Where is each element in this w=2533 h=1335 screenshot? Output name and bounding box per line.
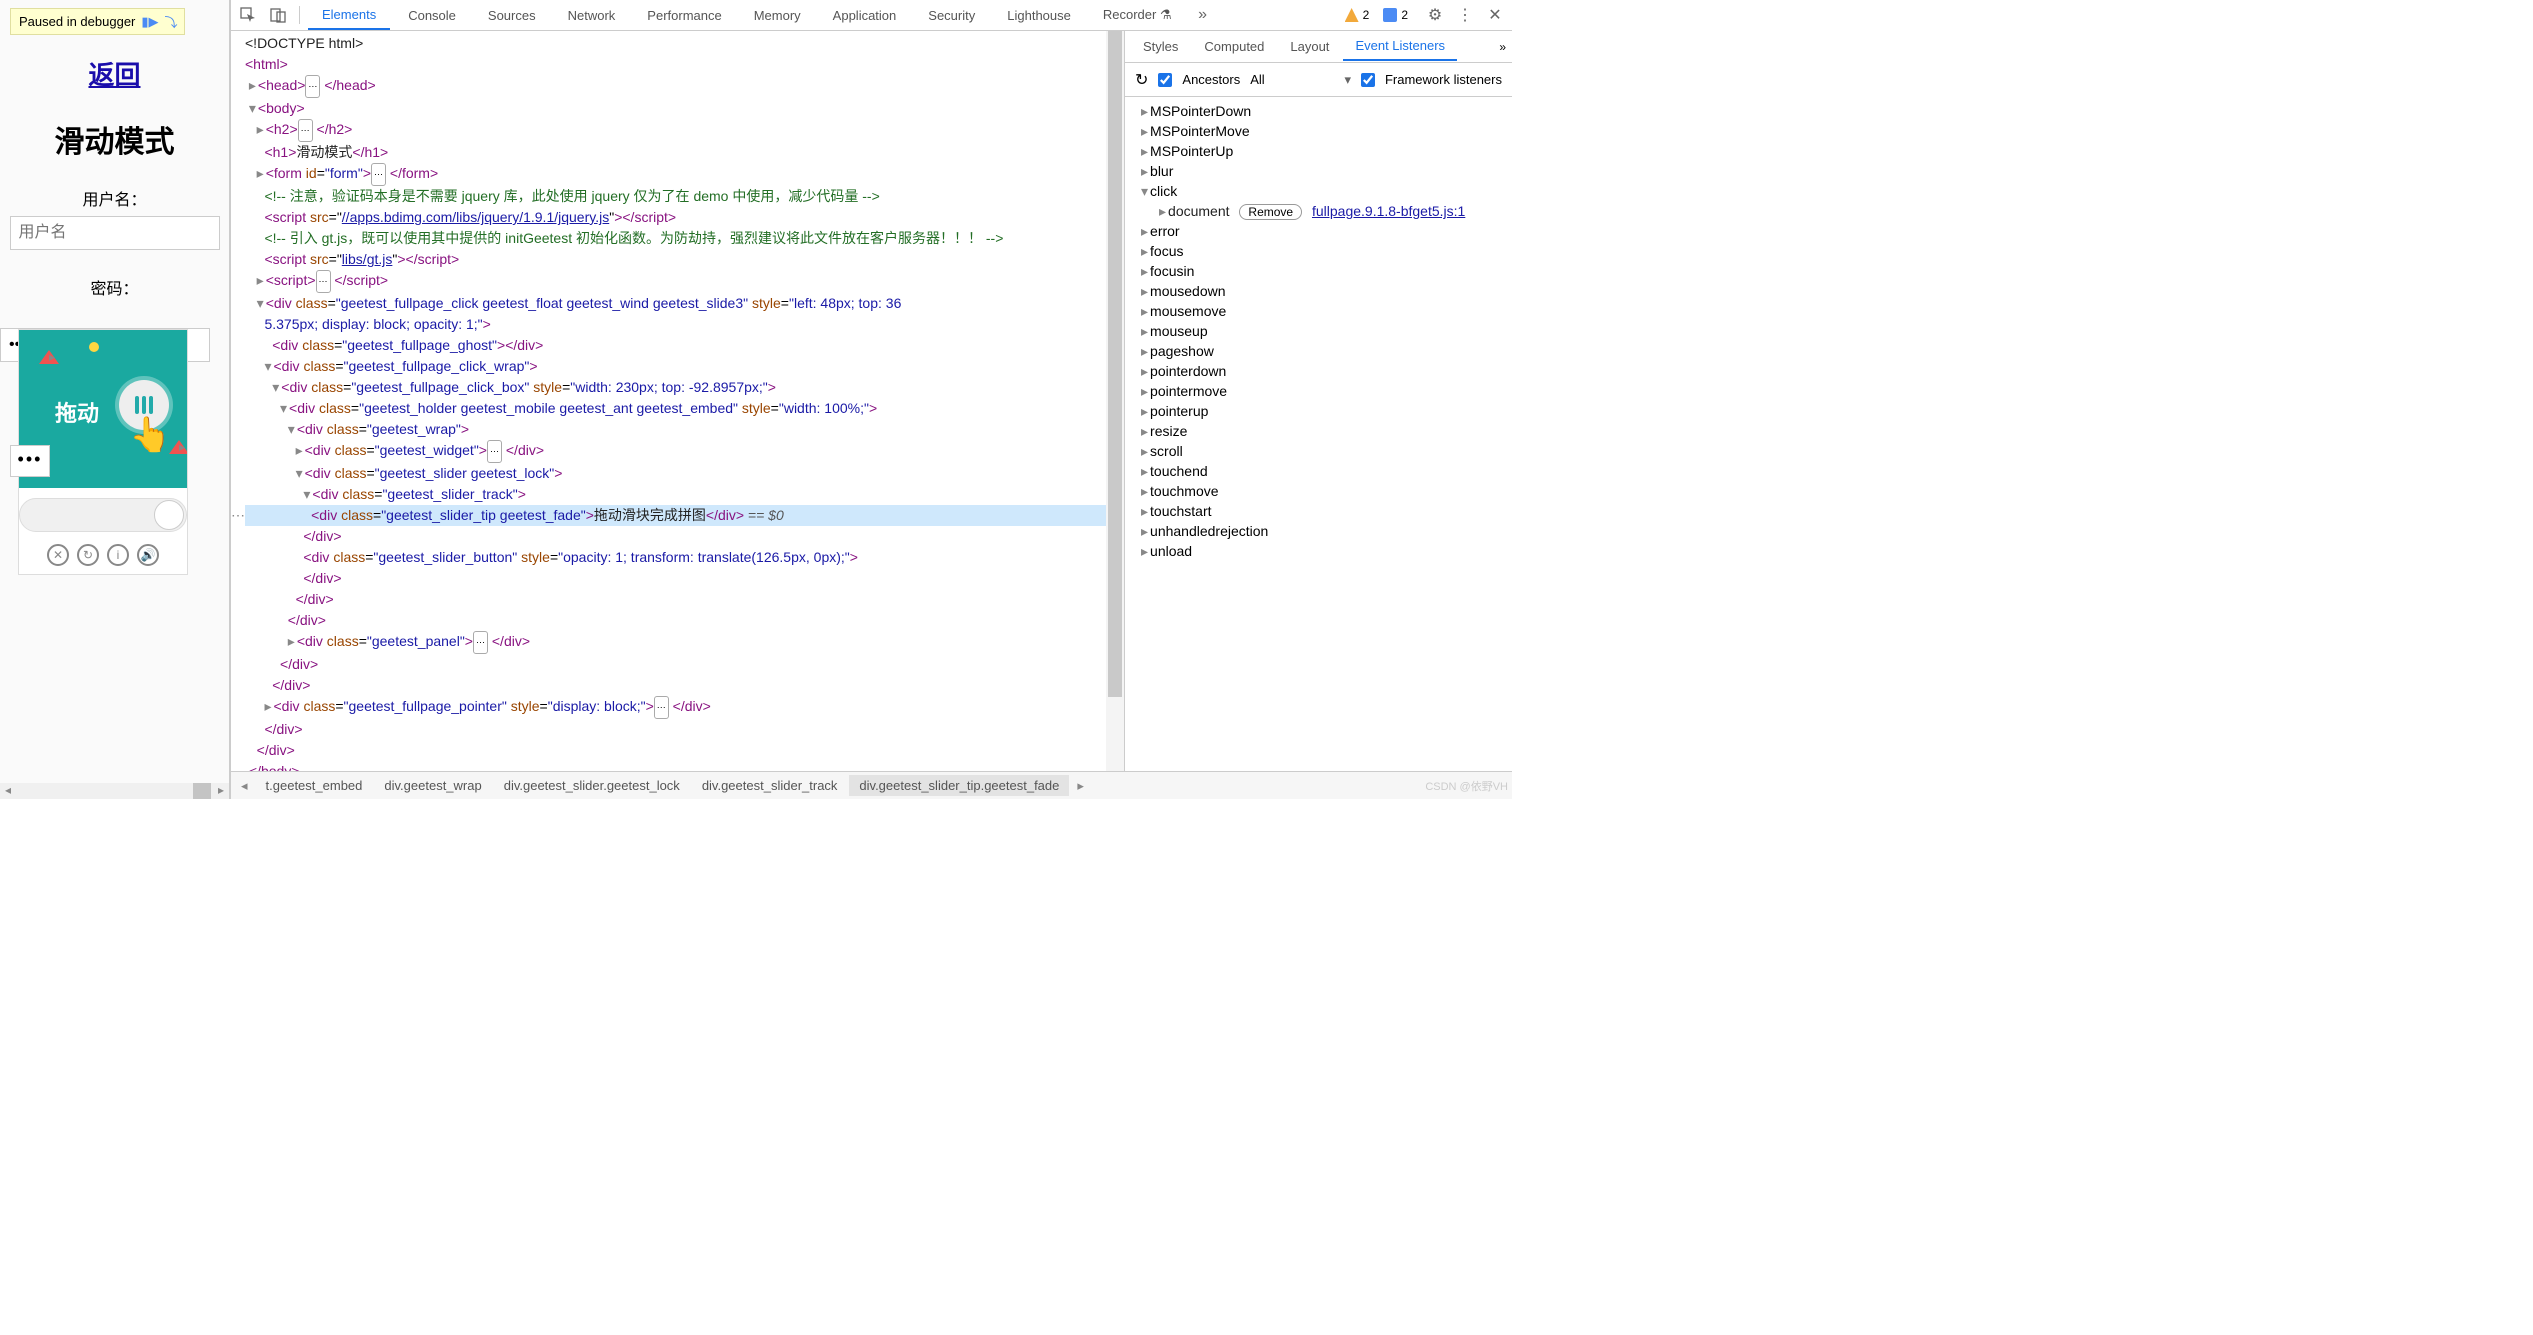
paused-text: Paused in debugger bbox=[19, 14, 135, 29]
hand-icon: 👆 bbox=[129, 415, 171, 455]
devtools-tabs: Elements Console Sources Network Perform… bbox=[231, 0, 1512, 31]
filter-all[interactable]: All ▾ bbox=[1250, 72, 1351, 88]
info-icon[interactable]: i bbox=[107, 544, 129, 566]
captcha-controls: ✕ ↻ i 🔊 bbox=[19, 540, 187, 566]
issues-warn[interactable]: 2 bbox=[1345, 8, 1370, 22]
warning-icon bbox=[1345, 8, 1359, 22]
tab-event-listeners[interactable]: Event Listeners bbox=[1343, 32, 1457, 61]
framework-checkbox[interactable] bbox=[1361, 73, 1375, 87]
event-item[interactable]: touchmove bbox=[1125, 481, 1512, 501]
crumb-next-icon[interactable]: ▸ bbox=[1071, 778, 1090, 794]
event-item[interactable]: mouseup bbox=[1125, 321, 1512, 341]
dom-vertical-scrollbar[interactable] bbox=[1106, 31, 1124, 771]
event-item[interactable]: focus bbox=[1125, 241, 1512, 261]
tab-sources[interactable]: Sources bbox=[474, 2, 550, 29]
event-item[interactable]: pointermove bbox=[1125, 381, 1512, 401]
crumb[interactable]: div.geetest_slider_track bbox=[692, 775, 848, 796]
info-badge-icon bbox=[1383, 8, 1397, 22]
close-icon[interactable]: ✕ bbox=[47, 544, 69, 566]
doctype: <!DOCTYPE html> bbox=[245, 35, 363, 51]
close-icon[interactable]: ✕ bbox=[1482, 5, 1508, 25]
event-item[interactable]: blur bbox=[1125, 161, 1512, 181]
crumb[interactable]: div.geetest_slider.geetest_lock bbox=[494, 775, 690, 796]
event-item[interactable]: pointerdown bbox=[1125, 361, 1512, 381]
tab-lighthouse[interactable]: Lighthouse bbox=[993, 2, 1085, 29]
listener-filter: ↻ Ancestors All ▾ Framework listeners bbox=[1125, 63, 1512, 97]
horizontal-scrollbar[interactable]: ◂▸ bbox=[0, 783, 229, 799]
tab-elements[interactable]: Elements bbox=[308, 1, 390, 30]
watermark: CSDN @依野VH bbox=[1425, 778, 1508, 794]
settings-icon[interactable]: ⚙ bbox=[1422, 5, 1448, 25]
event-item[interactable]: scroll bbox=[1125, 441, 1512, 461]
event-item[interactable]: touchstart bbox=[1125, 501, 1512, 521]
source-link[interactable]: fullpage.9.1.8-bfget5.js:1 bbox=[1312, 203, 1465, 219]
ancestors-checkbox[interactable] bbox=[1158, 73, 1172, 87]
right-tabs: Styles Computed Layout Event Listeners » bbox=[1125, 31, 1512, 63]
slider-button[interactable] bbox=[154, 500, 184, 530]
event-item[interactable]: MSPointerMove bbox=[1125, 121, 1512, 141]
event-item[interactable]: focusin bbox=[1125, 261, 1512, 281]
devtools: Elements Console Sources Network Perform… bbox=[230, 0, 1512, 799]
breadcrumb: ◂ t.geetest_embed div.geetest_wrap div.g… bbox=[231, 771, 1512, 799]
event-item[interactable]: resize bbox=[1125, 421, 1512, 441]
selected-node[interactable]: ⋯ <div class="geetest_slider_tip geetest… bbox=[245, 505, 1106, 526]
remove-button[interactable]: Remove bbox=[1239, 204, 1302, 220]
event-item[interactable]: pageshow bbox=[1125, 341, 1512, 361]
more-tabs-icon[interactable]: » bbox=[1190, 6, 1216, 24]
event-item-open[interactable]: click bbox=[1125, 181, 1512, 201]
tab-memory[interactable]: Memory bbox=[740, 2, 815, 29]
tab-console[interactable]: Console bbox=[394, 2, 470, 29]
step-over-icon[interactable]: ⤵ bbox=[165, 12, 178, 31]
kebab-icon[interactable]: ⋮ bbox=[1452, 5, 1478, 25]
dom-tree[interactable]: <!DOCTYPE html> <html> <head>⋯ </head> <… bbox=[231, 31, 1106, 771]
crumb-prev-icon[interactable]: ◂ bbox=[235, 778, 254, 794]
slider-track[interactable] bbox=[19, 498, 187, 532]
event-item[interactable]: unload bbox=[1125, 541, 1512, 561]
event-item[interactable]: unhandledrejection bbox=[1125, 521, 1512, 541]
username-label: 用户名： bbox=[82, 186, 146, 210]
username-input[interactable] bbox=[10, 216, 220, 250]
framework-label: Framework listeners bbox=[1385, 72, 1502, 87]
more-button[interactable]: ••• bbox=[10, 445, 50, 477]
right-panel: Styles Computed Layout Event Listeners »… bbox=[1124, 31, 1512, 771]
tab-layout[interactable]: Layout bbox=[1278, 33, 1341, 60]
event-target[interactable]: document Remove fullpage.9.1.8-bfget5.js… bbox=[1125, 201, 1512, 221]
right-more-icon[interactable]: » bbox=[1499, 40, 1506, 54]
page-title: 滑动模式 bbox=[55, 117, 175, 161]
page-under-test: Paused in debugger ▮▶ ⤵ 返回 滑动模式 用户名： 密码：… bbox=[0, 0, 230, 799]
inspect-icon[interactable] bbox=[235, 7, 261, 23]
tab-application[interactable]: Application bbox=[819, 2, 911, 29]
event-item[interactable]: error bbox=[1125, 221, 1512, 241]
tab-recorder[interactable]: Recorder ⚗ bbox=[1089, 1, 1186, 29]
drag-text: 拖动 bbox=[55, 396, 99, 428]
event-item[interactable]: MSPointerDown bbox=[1125, 101, 1512, 121]
event-item[interactable]: pointerup bbox=[1125, 401, 1512, 421]
password-label: 密码： bbox=[90, 275, 138, 299]
tab-styles[interactable]: Styles bbox=[1131, 33, 1190, 60]
resume-icon[interactable]: ▮▶ bbox=[141, 14, 158, 30]
event-list[interactable]: MSPointerDown MSPointerMove MSPointerUp … bbox=[1125, 97, 1512, 771]
back-link[interactable]: 返回 bbox=[88, 55, 140, 92]
event-item[interactable]: mousedown bbox=[1125, 281, 1512, 301]
sound-icon[interactable]: 🔊 bbox=[137, 544, 159, 566]
crumb-active[interactable]: div.geetest_slider_tip.geetest_fade bbox=[849, 775, 1069, 796]
refresh-icon[interactable]: ↻ bbox=[77, 544, 99, 566]
tab-computed[interactable]: Computed bbox=[1192, 33, 1276, 60]
tab-network[interactable]: Network bbox=[554, 2, 630, 29]
crumb[interactable]: t.geetest_embed bbox=[256, 775, 373, 796]
debugger-paused-badge: Paused in debugger ▮▶ ⤵ bbox=[10, 8, 185, 35]
crumb[interactable]: div.geetest_wrap bbox=[374, 775, 491, 796]
tab-performance[interactable]: Performance bbox=[633, 2, 735, 29]
ancestors-label: Ancestors bbox=[1182, 72, 1240, 87]
event-item[interactable]: touchend bbox=[1125, 461, 1512, 481]
device-icon[interactable] bbox=[265, 7, 291, 23]
reload-icon[interactable]: ↻ bbox=[1135, 70, 1148, 90]
event-item[interactable]: MSPointerUp bbox=[1125, 141, 1512, 161]
issues-info[interactable]: 2 bbox=[1383, 8, 1408, 22]
tab-security[interactable]: Security bbox=[914, 2, 989, 29]
event-item[interactable]: mousemove bbox=[1125, 301, 1512, 321]
